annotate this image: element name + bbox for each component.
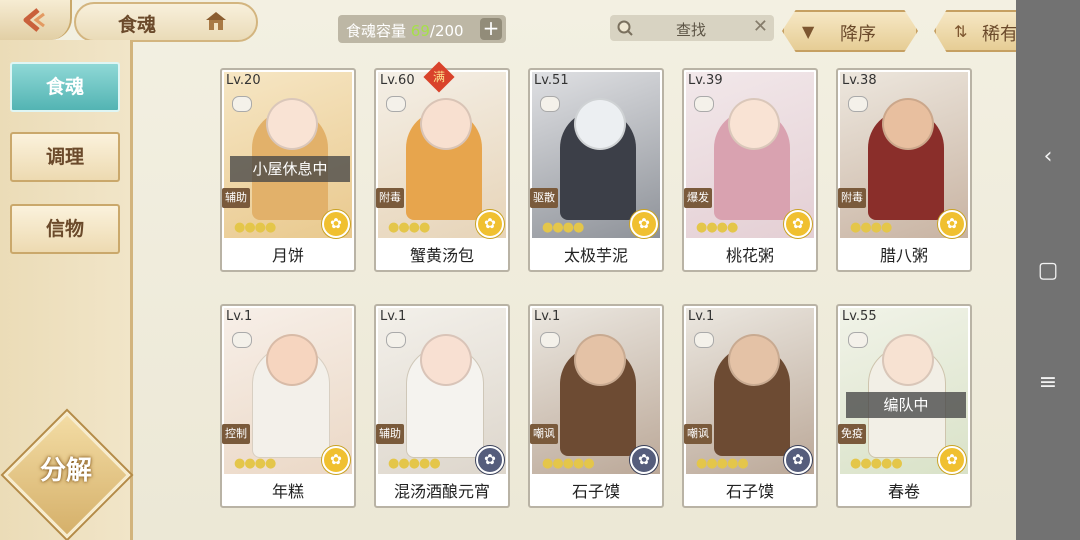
star-rating: ●●●● [234, 456, 276, 471]
clear-icon[interactable]: ✕ [753, 16, 768, 37]
page-title: 食魂 [118, 14, 157, 36]
star-rating: ●●●● [388, 220, 430, 235]
search-input[interactable]: 查找 [676, 19, 706, 40]
card-name: 石子馍 [571, 482, 620, 501]
card-name: 月饼 [271, 246, 304, 265]
chat-icon [540, 332, 560, 348]
role-tag: 嘲讽 [530, 424, 558, 444]
flower-medal-icon: ✿ [630, 446, 658, 474]
top-bar: 食魂 食魂容量 69/200 + 查找 ✕ ▼ 降序 ⇅ 稀有度 [0, 0, 1058, 52]
chat-icon [694, 96, 714, 112]
nav-item-token[interactable]: 信物 [10, 204, 120, 254]
level-label: Lv.1 [688, 309, 715, 324]
food-soul-card[interactable]: Lv.55 编队中 免疫 ●●●●● ✿ 春卷 [836, 304, 972, 508]
chat-icon [232, 96, 252, 112]
capacity-label: 食魂容量 [346, 22, 407, 40]
food-soul-card[interactable]: Lv.51 驱散 ●●●● ✿ 太极芋泥 [528, 68, 664, 272]
level-label: Lv.20 [226, 73, 261, 88]
role-tag: 辅助 [376, 424, 404, 444]
home-icon[interactable]: ▢ [1036, 258, 1060, 283]
system-nav-bar: ‹ ▢ ≡ [1016, 0, 1080, 540]
add-capacity-button[interactable]: + [480, 18, 502, 40]
sort-order-label: 降序 [840, 24, 876, 45]
level-label: Lv.51 [534, 73, 569, 88]
chat-icon [386, 96, 406, 112]
search-box[interactable]: 查找 ✕ [610, 15, 774, 41]
card-name: 石子馍 [725, 482, 774, 501]
food-soul-card[interactable]: Lv.1 嘲讽 ●●●●● ✿ 石子馍 [682, 304, 818, 508]
menu-icon[interactable]: ≡ [1036, 370, 1060, 395]
card-name: 年糕 [271, 482, 304, 501]
back-button[interactable] [0, 0, 72, 40]
chat-icon [540, 96, 560, 112]
chat-icon [694, 332, 714, 348]
star-rating: ●●●●● [542, 456, 595, 471]
flower-medal-icon: ✿ [784, 446, 812, 474]
role-tag: 附毒 [376, 188, 404, 208]
capacity-display: 食魂容量 69/200 + [338, 15, 506, 43]
card-name: 混汤酒酿元宵 [393, 482, 490, 501]
nav-item-conditioning[interactable]: 调理 [10, 132, 120, 182]
flower-medal-icon: ✿ [476, 210, 504, 238]
food-soul-card[interactable]: Lv.1 嘲讽 ●●●●● ✿ 石子馍 [528, 304, 664, 508]
status-label: 小屋休息中 [230, 156, 350, 182]
status-label: 编队中 [846, 392, 966, 418]
flower-medal-icon: ✿ [476, 446, 504, 474]
role-tag: 爆发 [684, 188, 712, 208]
level-label: Lv.55 [842, 309, 877, 324]
role-tag: 免疫 [838, 424, 866, 444]
card-name: 蟹黄汤包 [409, 246, 474, 265]
star-rating: ●●●●● [850, 456, 903, 471]
swap-arrows-icon: ⇅ [954, 22, 968, 41]
level-label: Lv.39 [688, 73, 723, 88]
level-label: Lv.60 [380, 73, 415, 88]
role-tag: 附毒 [838, 188, 866, 208]
flower-medal-icon: ✿ [322, 446, 350, 474]
flower-medal-icon: ✿ [630, 210, 658, 238]
star-rating: ●●●● [696, 220, 738, 235]
flower-medal-icon: ✿ [322, 210, 350, 238]
food-soul-card[interactable]: Lv.1 控制 ●●●● ✿ 年糕 [220, 304, 356, 508]
food-soul-card[interactable]: Lv.39 爆发 ●●●● ✿ 桃花粥 [682, 68, 818, 272]
flower-medal-icon: ✿ [938, 210, 966, 238]
chat-icon [232, 332, 252, 348]
search-icon [617, 20, 633, 36]
triangle-down-icon: ▼ [802, 22, 815, 41]
role-tag: 控制 [222, 424, 250, 444]
card-name: 春卷 [887, 482, 920, 501]
food-soul-card[interactable]: Lv.20 小屋休息中 辅助 ●●●● ✿ 月饼 [220, 68, 356, 272]
food-soul-card[interactable]: Lv.38 附毒 ●●●● ✿ 腊八粥 [836, 68, 972, 272]
back-arrow-icon [23, 8, 45, 32]
chat-icon [386, 332, 406, 348]
flower-medal-icon: ✿ [784, 210, 812, 238]
nav-item-food-soul[interactable]: 食魂 [10, 62, 120, 112]
level-label: Lv.1 [534, 309, 561, 324]
chat-icon [848, 332, 868, 348]
role-tag: 嘲讽 [684, 424, 712, 444]
house-icon[interactable] [204, 10, 228, 32]
decompose-label: 分解 [39, 456, 92, 486]
star-rating: ●●●● [234, 220, 276, 235]
role-tag: 辅助 [222, 188, 250, 208]
card-name: 腊八粥 [879, 246, 928, 265]
star-rating: ●●●●● [388, 456, 441, 471]
role-tag: 驱散 [530, 188, 558, 208]
card-name: 太极芋泥 [563, 246, 628, 265]
level-label: Lv.1 [226, 309, 253, 324]
title-tab: 食魂 [74, 2, 258, 42]
star-rating: ●●●● [850, 220, 892, 235]
star-rating: ●●●●● [696, 456, 749, 471]
sort-order-button[interactable]: ▼ 降序 [782, 10, 918, 52]
card-name: 桃花粥 [725, 246, 774, 265]
chat-icon [848, 96, 868, 112]
star-rating: ●●●● [542, 220, 584, 235]
level-label: Lv.38 [842, 73, 877, 88]
capacity-max: /200 [429, 22, 464, 40]
flower-medal-icon: ✿ [938, 446, 966, 474]
back-icon[interactable]: ‹ [1036, 144, 1060, 169]
food-soul-card[interactable]: Lv.1 辅助 ●●●●● ✿ 混汤酒酿元宵 [374, 304, 510, 508]
capacity-current: 69 [410, 22, 430, 40]
food-soul-card[interactable]: 满 Lv.60 附毒 ●●●● ✿ 蟹黄汤包 [374, 61, 510, 272]
level-label: Lv.1 [380, 309, 407, 324]
